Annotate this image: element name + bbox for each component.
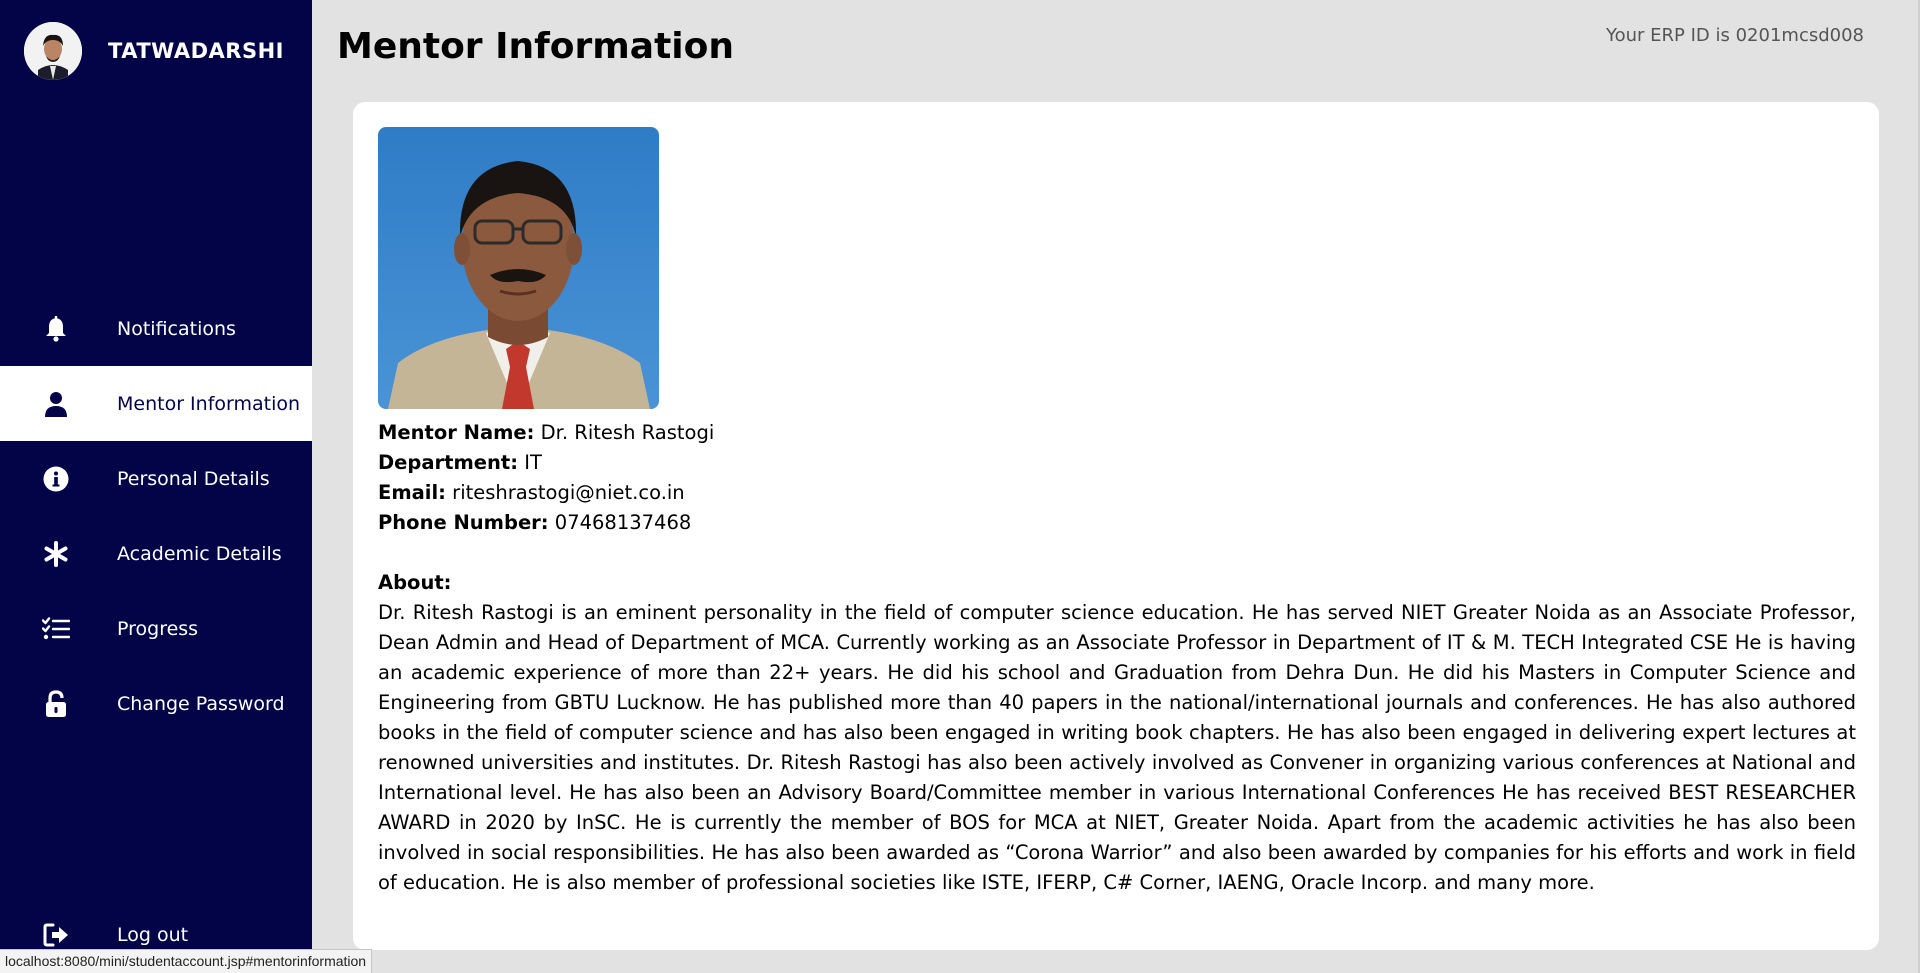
phone-value: 07468137468 xyxy=(554,511,692,534)
sidebar-item-label: Mentor Information xyxy=(117,392,301,415)
sidebar-item-academic-details[interactable]: Academic Details xyxy=(0,516,312,591)
mentor-card: Mentor Name: Dr. Ritesh Rastogi Departme… xyxy=(353,102,1879,950)
user-icon xyxy=(41,389,71,419)
sidebar-item-label: Change Password xyxy=(117,692,285,715)
mentor-name-value: Dr. Ritesh Rastogi xyxy=(540,421,715,444)
department-label: Department: xyxy=(378,451,519,474)
bell-icon xyxy=(41,314,71,344)
sidebar-item-personal-details[interactable]: Personal Details xyxy=(0,441,312,516)
page-title: Mentor Information xyxy=(337,26,734,67)
asterisk-icon xyxy=(41,539,71,569)
sidebar: TATWADARSHI Notifications Mentor Informa… xyxy=(0,0,312,973)
department-value: IT xyxy=(524,451,542,474)
email-value: riteshrastogi@niet.co.in xyxy=(452,481,685,504)
phone-label: Phone Number: xyxy=(378,511,549,534)
about-text: Dr. Ritesh Rastogi is an eminent persona… xyxy=(378,601,1856,894)
sidebar-item-notifications[interactable]: Notifications xyxy=(0,291,312,366)
browser-status-bar: localhost:8080/mini/studentaccount.jsp#m… xyxy=(0,949,373,973)
about-heading: About: xyxy=(378,571,452,594)
sidebar-item-label: Progress xyxy=(117,617,199,640)
phone-row: Phone Number: 07468137468 xyxy=(378,508,1856,538)
sidebar-nav: Notifications Mentor Information Persona… xyxy=(0,291,312,741)
mentor-details: Mentor Name: Dr. Ritesh Rastogi Departme… xyxy=(378,418,1856,898)
mentor-photo xyxy=(378,127,659,409)
sidebar-item-label: Personal Details xyxy=(117,467,270,490)
sidebar-item-mentor-information[interactable]: Mentor Information xyxy=(0,366,312,441)
email-row: Email: riteshrastogi@niet.co.in xyxy=(378,478,1856,508)
erp-id-text: Your ERP ID is 0201mcsd008 xyxy=(1606,25,1864,46)
mentor-name-label: Mentor Name: xyxy=(378,421,535,444)
department-row: Department: IT xyxy=(378,448,1856,478)
brand-name: TATWADARSHI xyxy=(108,39,284,63)
logout-label: Log out xyxy=(117,924,189,946)
brand: TATWADARSHI xyxy=(24,22,284,80)
sidebar-item-label: Academic Details xyxy=(117,542,282,565)
email-label: Email: xyxy=(378,481,446,504)
unlock-icon xyxy=(41,689,71,719)
info-circle-icon xyxy=(41,464,71,494)
sidebar-item-progress[interactable]: Progress xyxy=(0,591,312,666)
sign-out-icon xyxy=(41,920,71,950)
sidebar-item-change-password[interactable]: Change Password xyxy=(0,666,312,741)
checklist-icon xyxy=(41,614,71,644)
student-avatar[interactable] xyxy=(24,22,82,80)
sidebar-item-label: Notifications xyxy=(117,317,236,340)
mentor-name-row: Mentor Name: Dr. Ritesh Rastogi xyxy=(378,418,1856,448)
